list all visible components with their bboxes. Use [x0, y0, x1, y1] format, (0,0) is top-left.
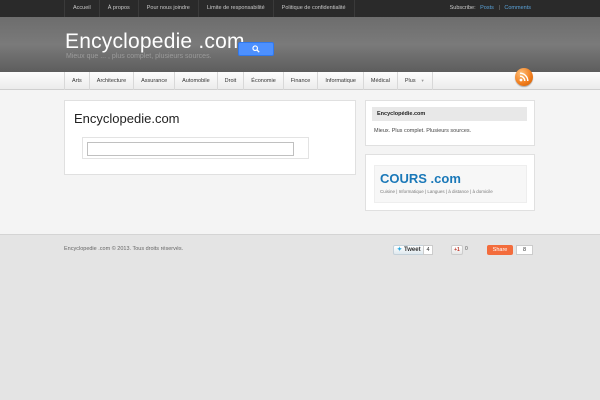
nav-item-arts[interactable]: Arts — [65, 72, 90, 90]
sidebar-widget-about: Encyclopédie.com Mieux. Plus complet. Pl… — [365, 100, 535, 146]
top-nav: Accueil À propos Pour nous joindre Limit… — [64, 0, 355, 17]
main-content: Encyclopedie.com — [64, 100, 356, 175]
widget-text: Mieux. Plus complet. Plusieurs sources. — [374, 128, 472, 134]
nav-item-finance[interactable]: Finance — [284, 72, 319, 90]
sidebar-widget-ad: COURS .com Cuisine | Informatique | Lang… — [365, 154, 535, 211]
search-input[interactable] — [87, 142, 294, 156]
top-nav-disclaimer[interactable]: Limite de responsabilité — [199, 0, 274, 17]
top-nav-a-propos[interactable]: À propos — [100, 0, 139, 17]
search-icon — [252, 45, 260, 53]
nav-item-medical[interactable]: Médical — [364, 72, 398, 90]
site-footer: Encyclopedie .com © 2013. Tous droits ré… — [0, 234, 600, 400]
site-title[interactable]: Encyclopedie .com — [65, 30, 245, 54]
nav-item-informatique[interactable]: Informatique — [318, 72, 364, 90]
subscribe-label: Subscribe: — [449, 5, 476, 11]
google-plus-button[interactable]: +1 — [451, 245, 463, 255]
tweet-label: Tweet — [404, 247, 421, 253]
rss-glyph — [519, 72, 529, 82]
twitter-bird-icon: ✦ — [397, 247, 403, 253]
cours-logo: COURS .com — [380, 171, 461, 186]
nav-item-droit[interactable]: Droit — [218, 72, 245, 90]
site-tagline: Mieux que ... , plus complet, plusieurs … — [66, 53, 212, 60]
nav-item-automobile[interactable]: Automobile — [175, 72, 218, 90]
nav-item-architecture[interactable]: Architecture — [90, 72, 135, 90]
top-nav-privacy[interactable]: Politique de confidentialité — [274, 0, 355, 17]
cours-banner[interactable]: COURS .com Cuisine | Informatique | Lang… — [374, 165, 527, 203]
cours-subtitle: Cuisine | Informatique | Langues | à dis… — [380, 189, 493, 194]
google-plus-count: 0 — [465, 246, 468, 252]
top-nav-accueil[interactable]: Accueil — [64, 0, 100, 17]
search-box — [82, 137, 309, 159]
comments-feed-link[interactable]: Comments — [504, 5, 531, 11]
site-header: Encyclopedie .com Mieux que ... , plus c… — [0, 17, 600, 72]
main-nav: Arts Architecture Assurance Automobile D… — [64, 72, 433, 90]
search-button[interactable] — [238, 42, 274, 56]
page-title: Encyclopedie.com — [74, 111, 180, 126]
posts-feed-link[interactable]: Posts — [480, 5, 494, 11]
share-count: 8 — [516, 245, 533, 255]
top-nav-contact[interactable]: Pour nous joindre — [139, 0, 199, 17]
nav-item-assurance[interactable]: Assurance — [134, 72, 176, 90]
tweet-button[interactable]: ✦ Tweet — [393, 245, 425, 255]
subscribe-separator: | — [498, 5, 500, 11]
top-bar: Accueil À propos Pour nous joindre Limit… — [0, 0, 600, 17]
nav-item-economie[interactable]: Économie — [244, 72, 284, 90]
nav-item-plus-label: Plus — [404, 78, 416, 84]
nav-item-plus[interactable]: Plus ▼ — [398, 72, 433, 90]
copyright-text: Encyclopedie .com © 2013. Tous droits ré… — [64, 246, 184, 252]
rss-feed-icon[interactable] — [515, 68, 533, 86]
tweet-count: 4 — [423, 245, 433, 255]
widget-title: Encyclopédie.com — [372, 107, 527, 121]
share-button[interactable]: Share — [487, 245, 513, 255]
main-nav-bar: Arts Architecture Assurance Automobile D… — [0, 72, 600, 90]
subscribe-links: Subscribe: Posts | Comments — [450, 0, 534, 17]
chevron-down-icon: ▼ — [420, 78, 425, 83]
